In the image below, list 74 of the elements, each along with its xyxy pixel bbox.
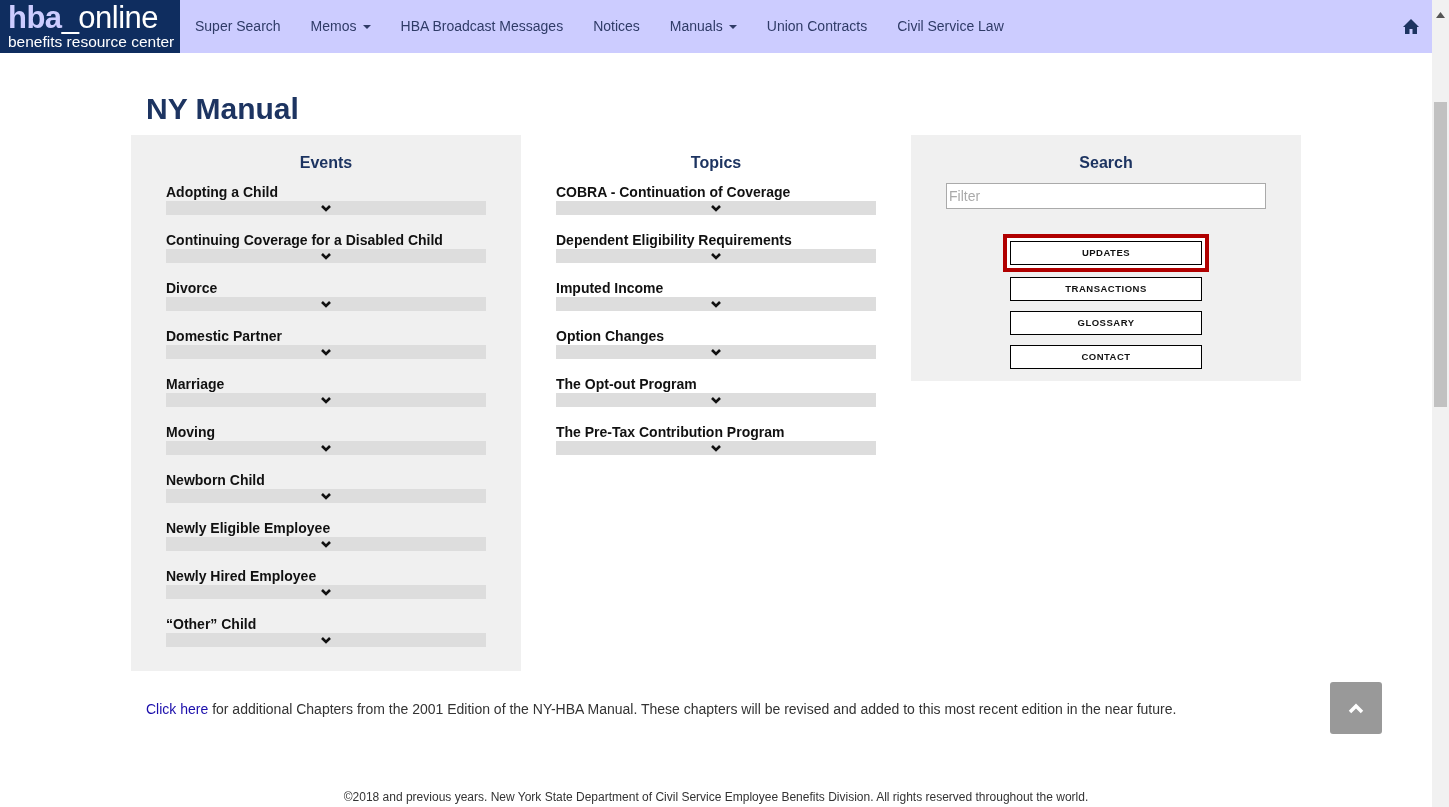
chevron-icon (711, 252, 721, 260)
note-paragraph: Click here for additional Chapters from the 2001 Edition of the NY-HBA Manual. These chapters will be revised and added to this most recent edition in the near future. (146, 700, 1178, 719)
chevron-icon (321, 348, 331, 356)
expand-toggle[interactable] (166, 345, 486, 359)
expand-toggle[interactable] (556, 441, 876, 455)
chevron-icon (711, 300, 721, 308)
accordion-label: Option Changes (556, 327, 666, 345)
accordion-label: Newly Hired Employee (166, 567, 318, 585)
nav-link[interactable]: Super Search (180, 0, 296, 53)
scrollbar[interactable] (1432, 0, 1449, 807)
back-to-top-button[interactable] (1330, 682, 1382, 734)
nav-link[interactable]: Union Contracts (751, 0, 883, 53)
accordion-label: Marriage (166, 375, 226, 393)
chevron-icon (321, 444, 331, 452)
menu-button[interactable]: CONTACT (1010, 345, 1202, 369)
link[interactable]: Click here (146, 701, 209, 717)
nav-link[interactable]: Memos (295, 0, 386, 53)
chevron-icon (321, 588, 331, 596)
caret-icon (362, 24, 371, 29)
section-heading: Search (1078, 153, 1134, 173)
expand-toggle[interactable] (166, 201, 486, 215)
page-title: NY Manual (146, 91, 300, 127)
expand-toggle[interactable] (166, 633, 486, 647)
expand-toggle[interactable] (166, 585, 486, 599)
caret-icon (728, 24, 737, 29)
expand-toggle[interactable] (556, 297, 876, 311)
accordion-label: The Pre-Tax Contribution Program (556, 423, 786, 441)
expand-toggle[interactable] (556, 393, 876, 407)
chevron-icon (711, 348, 721, 356)
chevron-icon (711, 444, 721, 452)
accordion-label: Imputed Income (556, 279, 665, 297)
copyright-text: ©2018 and previous years. New York State Department of Civil Service Employee Benefits Division. All rights reserved throughout the world. (342, 789, 1090, 806)
accordion-label: Continuing Coverage for a Disabled Child (166, 231, 444, 249)
expand-toggle[interactable] (556, 345, 876, 359)
chevron-up-icon (1348, 702, 1364, 714)
chevron-icon (321, 252, 331, 260)
accordion-label: Newly Eligible Employee (166, 519, 332, 537)
accordion-label: COBRA - Continuation of Coverage (556, 183, 792, 201)
nav-link[interactable]: HBA Broadcast Messages (385, 0, 579, 53)
menu-button[interactable]: GLOSSARY (1010, 311, 1202, 335)
accordion-label: Adopting a Child (166, 183, 279, 201)
chevron-icon (321, 540, 331, 548)
expand-toggle[interactable] (166, 297, 486, 311)
chevron-icon (321, 300, 331, 308)
nav-link[interactable]: Manuals (654, 0, 752, 53)
accordion-label: Domestic Partner (166, 327, 283, 345)
nav-link[interactable]: Civil Service Law (882, 0, 1019, 53)
expand-toggle[interactable] (166, 489, 486, 503)
accordion-label: The Opt-out Program (556, 375, 698, 393)
expand-toggle[interactable] (166, 441, 486, 455)
nav-link[interactable]: Notices (578, 0, 655, 53)
expand-toggle[interactable] (166, 393, 486, 407)
chevron-icon (711, 204, 721, 212)
section-heading: Topics (689, 153, 743, 173)
scroll-up-arrow-icon[interactable] (1436, 12, 1445, 18)
accordion-label: Dependent Eligibility Requirements (556, 231, 793, 249)
chevron-icon (711, 396, 721, 404)
accordion-label: Newborn Child (166, 471, 266, 489)
expand-toggle[interactable] (166, 537, 486, 551)
chevron-icon (321, 396, 331, 404)
expand-toggle[interactable] (556, 201, 876, 215)
expand-toggle[interactable] (556, 249, 876, 263)
filter-field[interactable]: Filter (946, 183, 1266, 209)
accordion-label: “Other” Child (166, 615, 258, 633)
expand-toggle[interactable] (166, 249, 486, 263)
menu-button[interactable]: UPDATES (1003, 234, 1209, 272)
menu-button[interactable]: TRANSACTIONS (1010, 277, 1202, 301)
accordion-label: Divorce (166, 279, 219, 297)
accordion-label: Moving (166, 423, 216, 441)
section-heading: Events (298, 153, 354, 173)
chevron-icon (321, 636, 331, 644)
chevron-icon (321, 492, 331, 500)
brand-logo[interactable]: hba_online benefits resource center (0, 0, 180, 53)
chevron-icon (321, 204, 331, 212)
